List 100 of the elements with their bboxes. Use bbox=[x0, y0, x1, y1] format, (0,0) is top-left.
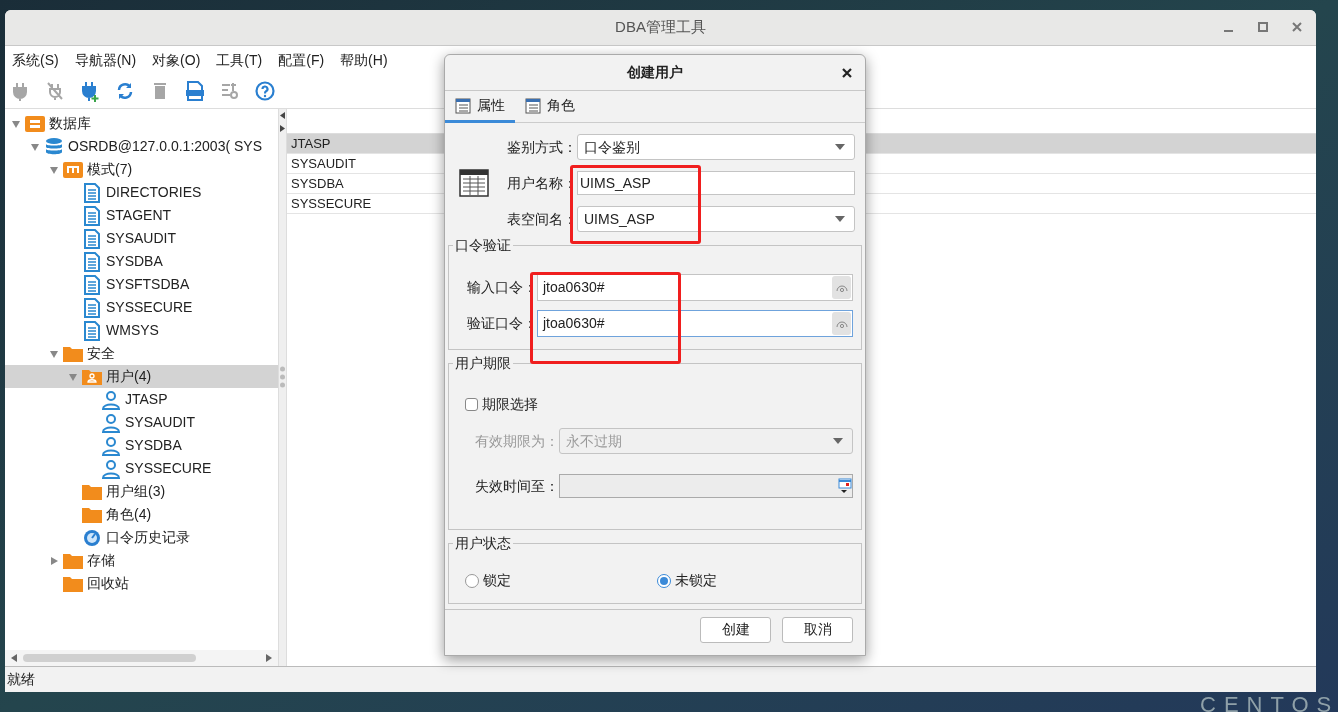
tree-item[interactable]: JTASP bbox=[5, 388, 278, 411]
tree-item[interactable]: 模式(7) bbox=[5, 158, 278, 181]
radio-button[interactable]: 锁定 bbox=[465, 570, 657, 591]
checkbox[interactable]: 期限选择 bbox=[465, 394, 853, 415]
tree-label: 安全 bbox=[87, 344, 115, 363]
tablespace-dropdown[interactable]: UIMS_ASP bbox=[577, 206, 855, 232]
tree-label: 口令历史记录 bbox=[106, 528, 190, 547]
table-icon bbox=[525, 97, 541, 114]
document-icon bbox=[82, 320, 102, 341]
tree-item[interactable]: 用户组(3) bbox=[5, 480, 278, 503]
auth-method-dropdown[interactable]: 口令鉴别 bbox=[577, 134, 855, 160]
tab[interactable]: 角色 bbox=[515, 91, 585, 123]
collapse-icon[interactable] bbox=[30, 141, 40, 152]
close-icon[interactable] bbox=[841, 67, 853, 79]
tree-label: STAGENT bbox=[106, 206, 172, 225]
tree-item[interactable]: SYSDBA bbox=[5, 434, 278, 457]
tree-item[interactable]: SYSSECURE bbox=[5, 296, 278, 319]
collapse-icon[interactable] bbox=[49, 348, 59, 359]
document-icon bbox=[82, 251, 102, 272]
dropdown-caret-icon bbox=[832, 437, 844, 445]
tree-item[interactable]: 角色(4) bbox=[5, 503, 278, 526]
tree-label: SYSSECURE bbox=[106, 298, 193, 317]
user-icon bbox=[101, 435, 121, 456]
collapse-icon[interactable] bbox=[68, 371, 78, 382]
tree-label: 回收站 bbox=[87, 574, 129, 593]
desktop-label: CENTOS bbox=[1200, 694, 1338, 712]
maximize-icon[interactable] bbox=[1256, 20, 1270, 34]
tree-item[interactable]: SYSAUDIT bbox=[5, 227, 278, 250]
scroll-left-icon[interactable] bbox=[11, 654, 17, 662]
help-icon[interactable] bbox=[255, 80, 275, 102]
tree-item[interactable]: WMSYS bbox=[5, 319, 278, 342]
refresh-icon[interactable] bbox=[115, 80, 135, 102]
password-field[interactable]: jtoa0630# bbox=[537, 274, 853, 301]
collapse-icon[interactable] bbox=[11, 118, 21, 129]
tab[interactable]: 属性 bbox=[445, 91, 515, 123]
field-label: 表空间名： bbox=[507, 209, 577, 229]
tree-item[interactable]: SYSFTSDBA bbox=[5, 273, 278, 296]
menu-item[interactable]: 对象(O) bbox=[152, 49, 201, 71]
eye-icon[interactable] bbox=[835, 283, 848, 292]
tree-item[interactable]: 回收站 bbox=[5, 572, 278, 595]
field-label: 有效期限为： bbox=[475, 431, 559, 451]
dropdown-caret-icon bbox=[834, 143, 846, 151]
tree-item[interactable]: 用户(4) bbox=[5, 365, 278, 388]
menu-item[interactable]: 导航器(N) bbox=[74, 49, 137, 71]
tree-label: JTASP bbox=[125, 390, 168, 409]
table-icon bbox=[455, 97, 471, 114]
database-stack-icon bbox=[44, 136, 64, 157]
collapse-icon[interactable] bbox=[49, 164, 59, 175]
table-icon bbox=[459, 169, 489, 197]
database-icon bbox=[25, 113, 45, 134]
tree-item[interactable]: SYSDBA bbox=[5, 250, 278, 273]
tree-item[interactable]: 安全 bbox=[5, 342, 278, 365]
tree-label: SYSAUDIT bbox=[125, 413, 195, 432]
document-icon bbox=[82, 297, 102, 318]
expand-icon[interactable] bbox=[49, 555, 59, 566]
document-icon bbox=[82, 182, 102, 203]
tree-item[interactable]: 数据库 bbox=[5, 112, 278, 135]
tree-label: SYSSECURE bbox=[125, 459, 212, 478]
user-icon bbox=[101, 458, 121, 479]
field-label: 鉴别方式： bbox=[507, 137, 577, 157]
tree-item[interactable]: STAGENT bbox=[5, 204, 278, 227]
tree-label: SYSFTSDBA bbox=[106, 275, 190, 294]
tree-item[interactable]: SYSAUDIT bbox=[5, 411, 278, 434]
horizontal-scrollbar[interactable] bbox=[5, 650, 278, 666]
tree-label: 数据库 bbox=[49, 114, 91, 133]
calendar-icon[interactable] bbox=[838, 478, 852, 494]
field-label: 验证口令： bbox=[467, 314, 537, 333]
field-label: 输入口令： bbox=[467, 278, 537, 297]
dialog-button[interactable]: 取消 bbox=[782, 616, 853, 643]
scroll-right-icon[interactable] bbox=[266, 654, 272, 662]
eye-icon[interactable] bbox=[835, 319, 848, 328]
tree-item[interactable]: OSRDB@127.0.0.1:2003( SYS bbox=[5, 135, 278, 158]
splitter-arrows-icon[interactable] bbox=[279, 111, 286, 133]
dialog-button[interactable]: 创建 bbox=[700, 616, 771, 643]
obj-file-icon[interactable] bbox=[185, 80, 205, 102]
radio-button[interactable]: 未锁定 bbox=[657, 570, 717, 591]
plug-add-icon[interactable] bbox=[80, 80, 100, 102]
username-field[interactable]: UIMS_ASP bbox=[577, 171, 855, 195]
tree-item[interactable]: 存储 bbox=[5, 549, 278, 572]
tree-label: OSRDB@127.0.0.1:2003( SYS bbox=[68, 137, 262, 156]
tree-item[interactable]: SYSSECURE bbox=[5, 457, 278, 480]
clock-icon bbox=[82, 527, 102, 548]
tree-item[interactable]: 口令历史记录 bbox=[5, 526, 278, 549]
user-icon bbox=[101, 389, 121, 410]
document-icon bbox=[82, 205, 102, 226]
document-icon bbox=[82, 274, 102, 295]
tree-label: 模式(7) bbox=[87, 160, 133, 179]
schema-icon bbox=[63, 159, 83, 180]
menu-item[interactable]: 系统(S) bbox=[12, 49, 59, 71]
tree-item[interactable]: DIRECTORIES bbox=[5, 181, 278, 204]
grip-icon[interactable] bbox=[279, 366, 286, 388]
group-title: 口令验证 bbox=[453, 235, 513, 256]
date-field[interactable] bbox=[559, 474, 853, 498]
menu-item[interactable]: 配置(F) bbox=[278, 49, 325, 71]
menu-item[interactable]: 帮助(H) bbox=[340, 49, 388, 71]
tree-label: SYSAUDIT bbox=[106, 229, 176, 248]
password-field[interactable]: jtoa0630# bbox=[537, 310, 853, 337]
tree-label: DIRECTORIES bbox=[106, 183, 202, 202]
tree-label: SYSDBA bbox=[106, 252, 163, 271]
menu-item[interactable]: 工具(T) bbox=[216, 49, 263, 71]
